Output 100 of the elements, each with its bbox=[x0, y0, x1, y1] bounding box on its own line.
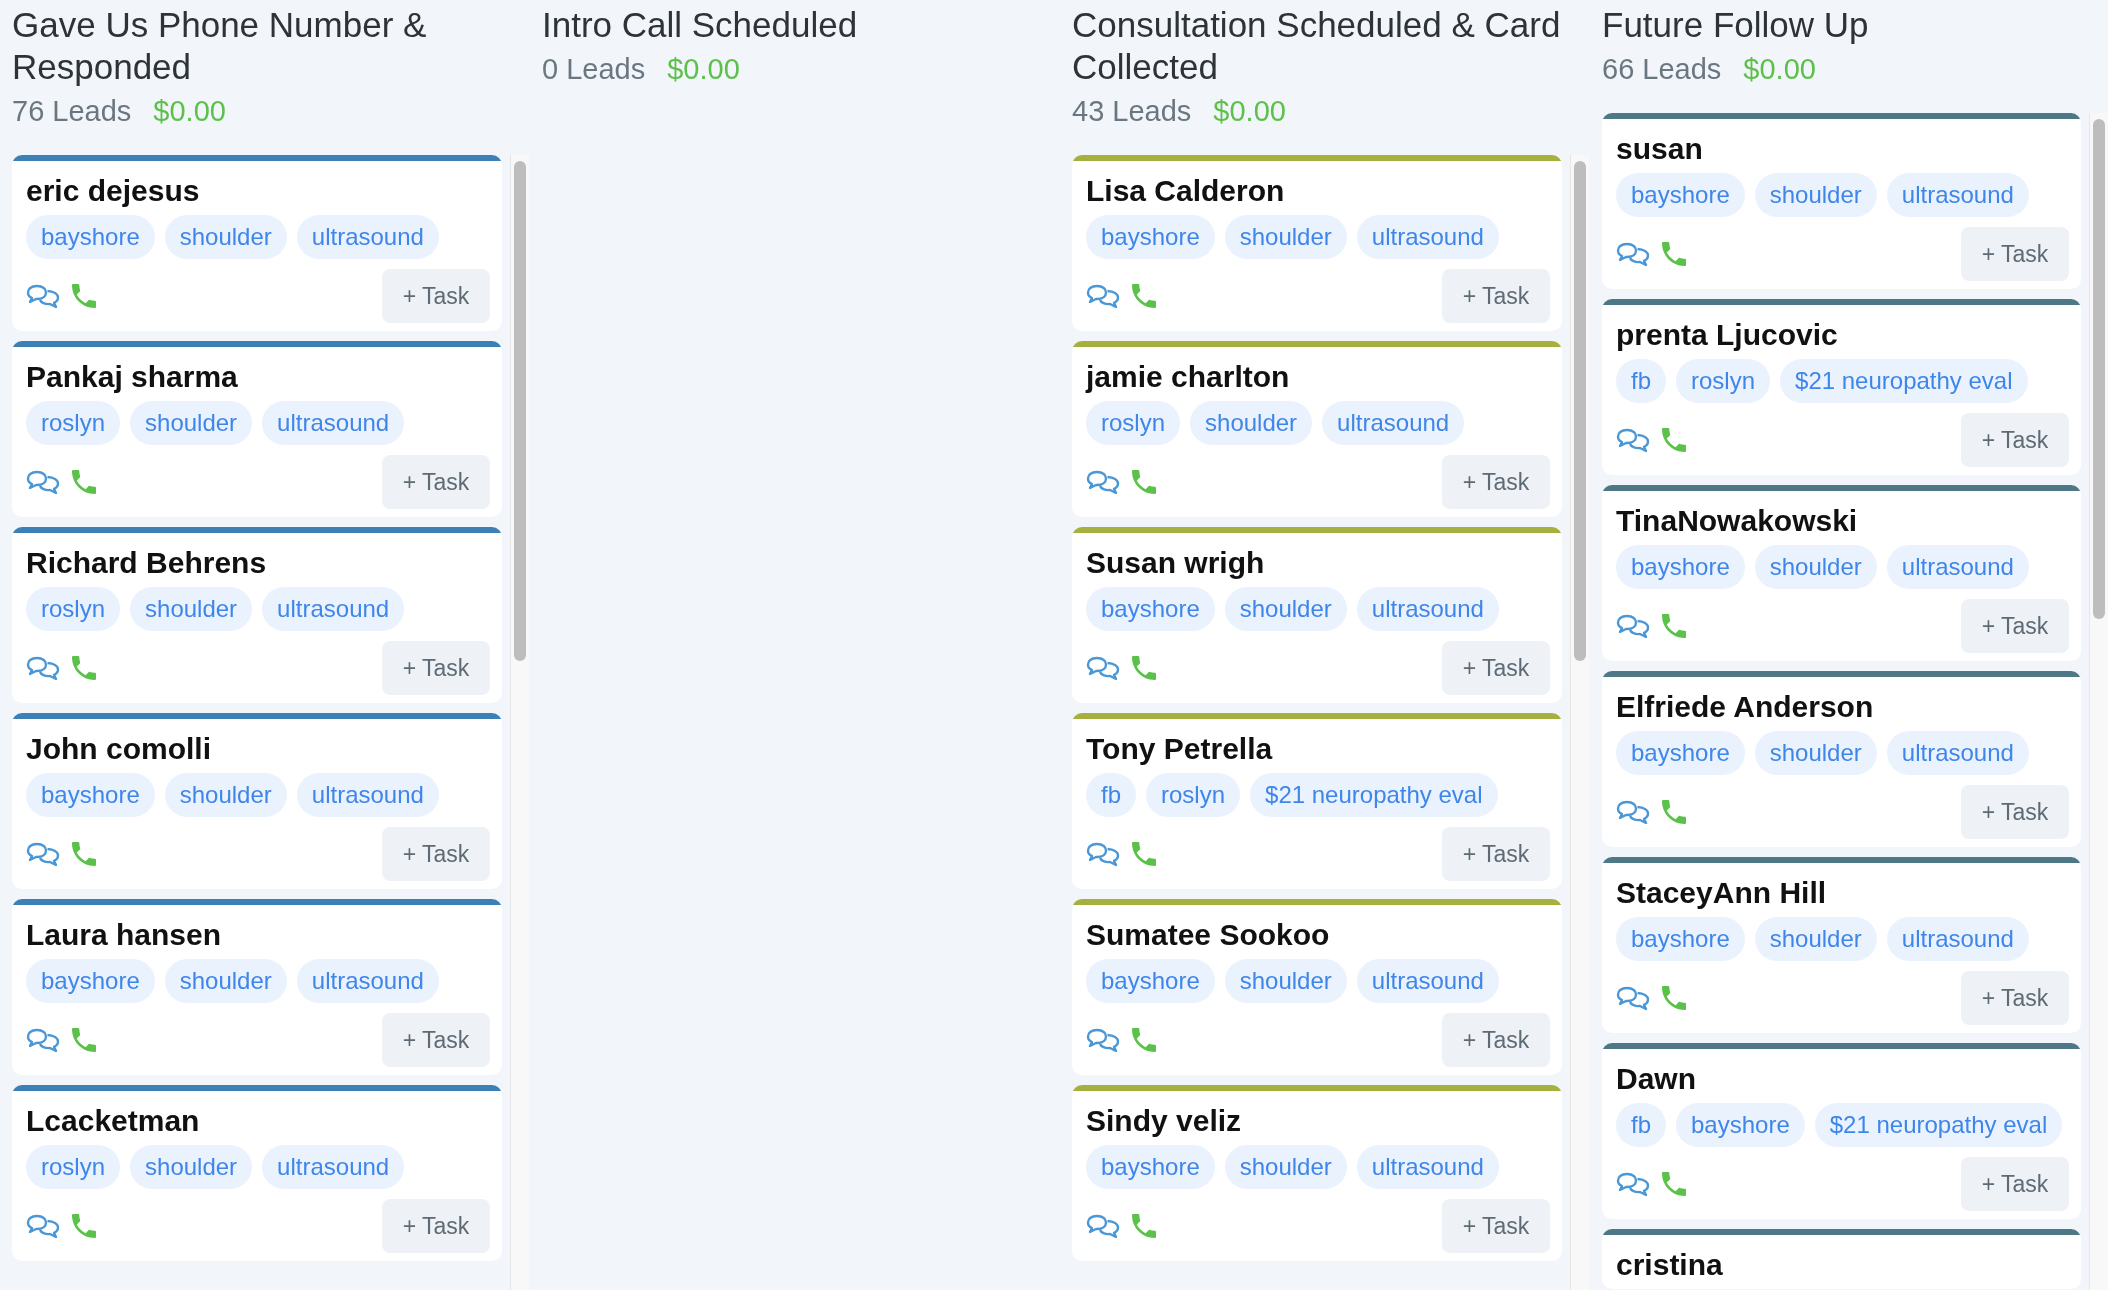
scrollbar[interactable] bbox=[510, 155, 529, 1290]
tag: bayshore bbox=[1086, 1145, 1215, 1189]
tag: fb bbox=[1086, 773, 1136, 817]
add-task-button[interactable]: + Task bbox=[1961, 227, 2069, 281]
add-task-button[interactable]: + Task bbox=[382, 641, 490, 695]
lead-card[interactable]: Susan wrigh bayshore shoulder ultrasound + Task bbox=[1072, 527, 1562, 703]
add-task-button[interactable]: + Task bbox=[1442, 269, 1550, 323]
chat-icon[interactable] bbox=[26, 469, 60, 495]
tag: $21 neuropathy eval bbox=[1814, 1103, 2063, 1147]
tag: shoulder bbox=[1754, 545, 1877, 589]
add-task-button[interactable]: + Task bbox=[1442, 1199, 1550, 1253]
tag: roslyn bbox=[26, 401, 121, 445]
lead-name: jamie charlton bbox=[1084, 359, 1291, 393]
tag: shoulder bbox=[1190, 401, 1313, 445]
lead-card[interactable]: John comolli bayshore shoulder ultrasound + Task bbox=[12, 713, 502, 889]
tag: bayshore bbox=[1616, 173, 1745, 217]
add-task-button[interactable]: + Task bbox=[382, 1199, 490, 1253]
lead-name: Elfriede Anderson bbox=[1615, 689, 1875, 723]
lead-card[interactable]: Tony Petrella fb roslyn $21 neuropathy eval + Task bbox=[1072, 713, 1562, 889]
lead-card[interactable]: susan bayshore shoulder ultrasound + Task bbox=[1602, 113, 2081, 289]
tag: ultrasound bbox=[1356, 1145, 1499, 1189]
lead-name: StaceyAnn Hill bbox=[1615, 875, 1828, 909]
add-task-button[interactable]: + Task bbox=[1442, 1013, 1550, 1067]
lead-card[interactable]: Laura hansen bayshore shoulder ultrasound + Task bbox=[12, 899, 502, 1075]
column-title: Intro Call Scheduled bbox=[542, 4, 859, 46]
add-task-button[interactable]: + Task bbox=[1442, 641, 1550, 695]
lead-card[interactable]: Lcacketman roslyn shoulder ultrasound + Task bbox=[12, 1085, 502, 1261]
chat-icon[interactable] bbox=[1086, 283, 1120, 309]
lead-card[interactable]: eric dejesus bayshore shoulder ultrasound + Task bbox=[12, 155, 502, 331]
chat-icon[interactable] bbox=[1086, 655, 1120, 681]
tag: ultrasound bbox=[1356, 215, 1499, 259]
tag: roslyn bbox=[26, 1145, 121, 1189]
scrollbar-thumb[interactable] bbox=[1574, 161, 1586, 661]
tag: bayshore bbox=[26, 215, 155, 259]
lead-name: Sumatee Sookoo bbox=[1085, 917, 1331, 951]
chat-icon[interactable] bbox=[26, 841, 60, 867]
lead-name: Lisa Calderon bbox=[1085, 173, 1286, 207]
scrollbar-thumb[interactable] bbox=[2093, 119, 2105, 619]
tag: ultrasound bbox=[1886, 173, 2029, 217]
lead-card[interactable]: Sumatee Sookoo bayshore shoulder ultrasound + Task bbox=[1072, 899, 1562, 1075]
lead-card[interactable]: Elfriede Anderson bayshore shoulder ultrasound + Task bbox=[1602, 671, 2081, 847]
chat-icon[interactable] bbox=[26, 655, 60, 681]
add-task-button[interactable]: + Task bbox=[1961, 785, 2069, 839]
scrollbar-thumb[interactable] bbox=[514, 161, 526, 661]
tag: shoulder bbox=[130, 587, 253, 631]
chat-icon[interactable] bbox=[1616, 985, 1650, 1011]
chat-icon[interactable] bbox=[1086, 1213, 1120, 1239]
lead-card[interactable]: Lisa Calderon bayshore shoulder ultrasound + Task bbox=[1072, 155, 1562, 331]
column-amount: $0.00 bbox=[153, 94, 226, 128]
add-task-button[interactable]: + Task bbox=[1442, 827, 1550, 881]
scrollbar[interactable] bbox=[2089, 113, 2108, 1290]
chat-icon[interactable] bbox=[1616, 241, 1650, 267]
chat-icon[interactable] bbox=[26, 1213, 60, 1239]
chat-icon[interactable] bbox=[26, 283, 60, 309]
chat-icon[interactable] bbox=[1086, 469, 1120, 495]
lead-name: susan bbox=[1615, 131, 1704, 165]
chat-icon[interactable] bbox=[1086, 1027, 1120, 1053]
tag: bayshore bbox=[1676, 1103, 1805, 1147]
chat-icon[interactable] bbox=[26, 1027, 60, 1053]
tag: $21 neuropathy eval bbox=[1780, 359, 2028, 403]
lead-card[interactable]: Dawn fb bayshore $21 neuropathy eval + Task bbox=[1602, 1043, 2081, 1219]
lead-count: 66 Leads bbox=[1602, 52, 1722, 86]
chat-icon[interactable] bbox=[1616, 427, 1650, 453]
lead-name: Richard Behrens bbox=[25, 545, 268, 579]
add-task-button[interactable]: + Task bbox=[382, 455, 490, 509]
tag: ultrasound bbox=[1356, 587, 1499, 631]
tag: shoulder bbox=[1754, 731, 1877, 775]
lead-name: prenta Ljucovic bbox=[1615, 317, 1839, 351]
tag: bayshore bbox=[1616, 731, 1745, 775]
scrollbar[interactable] bbox=[1570, 155, 1589, 1290]
chat-icon[interactable] bbox=[1086, 841, 1120, 867]
lead-card[interactable]: TinaNowakowski bayshore shoulder ultrasound + Task bbox=[1602, 485, 2081, 661]
lead-card[interactable]: jamie charlton roslyn shoulder ultrasound + Task bbox=[1072, 341, 1562, 517]
lead-card[interactable]: Sindy veliz bayshore shoulder ultrasound + Task bbox=[1072, 1085, 1562, 1261]
add-task-button[interactable]: + Task bbox=[382, 1013, 490, 1067]
lead-count: 0 Leads bbox=[542, 52, 646, 86]
column-amount: $0.00 bbox=[1743, 52, 1816, 86]
tag: shoulder bbox=[130, 1145, 253, 1189]
add-task-button[interactable]: + Task bbox=[1442, 455, 1550, 509]
column-amount: $0.00 bbox=[667, 52, 740, 86]
tag: roslyn bbox=[26, 587, 121, 631]
chat-icon[interactable] bbox=[1616, 799, 1650, 825]
tag: shoulder bbox=[164, 215, 287, 259]
lead-card[interactable]: cristina bbox=[1602, 1229, 2081, 1289]
add-task-button[interactable]: + Task bbox=[382, 827, 490, 881]
add-task-button[interactable]: + Task bbox=[1961, 413, 2069, 467]
add-task-button[interactable]: + Task bbox=[1961, 599, 2069, 653]
lead-card[interactable]: Richard Behrens roslyn shoulder ultrasound + Task bbox=[12, 527, 502, 703]
tag: shoulder bbox=[130, 401, 253, 445]
column-title: Gave Us Phone Number & Responded bbox=[12, 4, 428, 88]
lead-card[interactable]: StaceyAnn Hill bayshore shoulder ultrasound + Task bbox=[1602, 857, 2081, 1033]
add-task-button[interactable]: + Task bbox=[1961, 971, 2069, 1025]
add-task-button[interactable]: + Task bbox=[382, 269, 490, 323]
tag: ultrasound bbox=[296, 773, 439, 817]
chat-icon[interactable] bbox=[1616, 1171, 1650, 1197]
chat-icon[interactable] bbox=[1616, 613, 1650, 639]
add-task-button[interactable]: + Task bbox=[1961, 1157, 2069, 1211]
tag: bayshore bbox=[1086, 587, 1215, 631]
lead-card[interactable]: prenta Ljucovic fb roslyn $21 neuropathy eval + Task bbox=[1602, 299, 2081, 475]
lead-card[interactable]: Pankaj sharma roslyn shoulder ultrasound + Task bbox=[12, 341, 502, 517]
